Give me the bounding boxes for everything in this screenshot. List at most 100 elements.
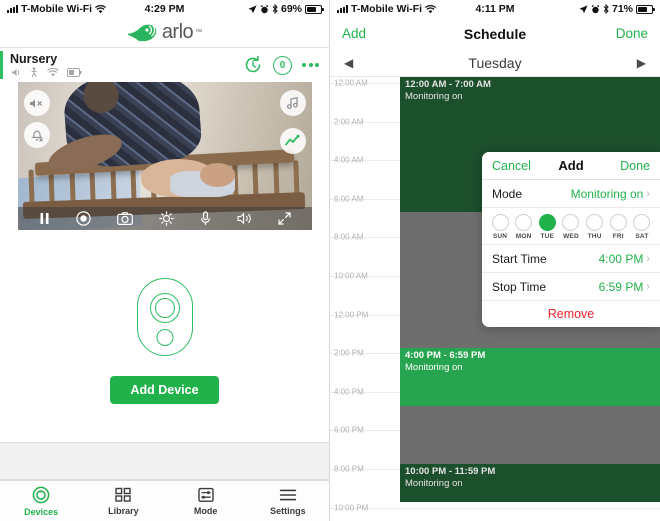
brightness-icon[interactable] [158, 211, 174, 226]
camera-live-view[interactable] [17, 82, 312, 230]
modal-header: Cancel Add Done [482, 152, 660, 180]
tab-devices-label: Devices [24, 506, 59, 517]
next-arrow-icon[interactable]: ▶ [637, 56, 646, 70]
stop-time-row[interactable]: Stop Time 6:59 PM › [482, 273, 660, 301]
day-label: THU [587, 233, 602, 240]
time-axis-label: 8:00 PM [334, 464, 364, 474]
arlo-trademark: ™ [195, 29, 203, 36]
day-label: WED [563, 233, 579, 240]
arlo-bird-icon [127, 22, 160, 43]
bottom-list-strip [0, 442, 329, 480]
camera-title-group: Nursery [10, 52, 82, 78]
volume-icon[interactable] [236, 212, 252, 225]
tab-bar: Devices Library Mode Settings [0, 480, 329, 521]
schedule-event[interactable]: 10:00 PM - 11:59 PM Monitoring on [400, 464, 660, 502]
day-toggle-mon[interactable]: MON [513, 214, 535, 240]
tab-library-label: Library [108, 505, 139, 516]
event-mode-label: Monitoring on [405, 362, 463, 373]
battery-icon [636, 4, 655, 14]
bluetooth-icon [272, 4, 278, 14]
camera-battery-icon [67, 68, 82, 77]
status-bar-right: T-Mobile Wi-Fi 4:11 PM 71% [330, 0, 660, 18]
stop-time-label: Stop Time [492, 279, 547, 294]
battery-icon [305, 4, 324, 14]
day-circle [633, 214, 651, 231]
schedule-navbar: Add Schedule Done [330, 18, 660, 49]
devices-circle-icon [32, 486, 50, 504]
camera-accent-bar [0, 51, 3, 79]
mode-value: Monitoring on [570, 186, 644, 201]
schedule-event[interactable]: 4:00 PM - 6:59 PM Monitoring on [400, 348, 660, 406]
day-label: SUN [492, 233, 508, 240]
empty-device-state: Add Device [0, 278, 329, 404]
status-right-right: 71% [579, 3, 655, 15]
day-toggle-sat[interactable]: SAT [631, 214, 653, 240]
remove-button[interactable]: Remove [482, 301, 660, 327]
day-label: TUE [540, 233, 555, 240]
record-icon[interactable] [75, 211, 91, 226]
tab-settings[interactable]: Settings [247, 487, 329, 516]
empty-time-slot[interactable] [400, 406, 660, 464]
start-time-row[interactable]: Start Time 4:00 PM › [482, 245, 660, 273]
add-device-button[interactable]: Add Device [110, 376, 219, 404]
day-toggle-tue[interactable]: TUE [536, 214, 558, 240]
day-selector: ◀ Tuesday ▶ [330, 49, 660, 77]
motion-detection-icon [29, 67, 39, 78]
time-axis-label: 12:00 AM [334, 78, 368, 88]
time-axis-label: 12:00 PM [334, 310, 369, 320]
location-arrow-icon [579, 4, 588, 14]
day-toggle-thu[interactable]: THU [584, 214, 606, 240]
day-toggle-wed[interactable]: WED [560, 214, 582, 240]
tab-library[interactable]: Library [82, 487, 164, 516]
start-time-label: Start Time [492, 251, 547, 266]
tab-mode-label: Mode [193, 505, 218, 516]
event-time-range: 12:00 AM - 7:00 AM [405, 79, 491, 90]
more-dots-icon[interactable] [302, 63, 319, 67]
history-rotate-icon[interactable] [243, 55, 263, 75]
page-title: Schedule [463, 25, 527, 42]
camera-header-row[interactable]: Nursery 0 [0, 48, 329, 82]
arlo-wordmark: arlo [161, 21, 194, 43]
schedule-grid[interactable]: 12:00 AM 2:00 AM 4:00 AM 6:00 AM 8:00 AM 10:0… [330, 77, 660, 521]
activity-chart-icon[interactable] [279, 128, 306, 154]
day-toggle-fri[interactable]: FRI [607, 214, 629, 240]
mode-label: Mode [492, 186, 523, 201]
prev-arrow-icon[interactable]: ◀ [344, 56, 353, 70]
camera-name: Nursery [10, 52, 58, 66]
fullscreen-icon[interactable] [277, 212, 291, 225]
time-axis-label: 4:00 AM [334, 155, 364, 165]
day-label: MON [515, 233, 532, 240]
devices-screen: T-Mobile Wi-Fi 4:29 PM 69% arlo ™ Nurser… [0, 0, 330, 521]
day-circle [515, 214, 533, 231]
modal-done-button[interactable]: Done [620, 159, 650, 173]
status-badge[interactable]: 0 [273, 55, 292, 75]
bell-mute-icon[interactable] [23, 122, 50, 148]
tab-mode[interactable]: Mode [165, 487, 247, 516]
time-axis-label: 2:00 PM [334, 348, 364, 358]
chevron-right-icon: › [646, 252, 650, 265]
time-axis-label: 10:00 AM [334, 271, 368, 281]
time-axis-label: 4:00 PM [334, 387, 364, 397]
event-mode-label: Monitoring on [405, 478, 463, 489]
alarm-clock-icon [260, 4, 269, 14]
pause-icon[interactable] [39, 212, 50, 225]
start-time-value-group: 4:00 PM › [599, 252, 650, 266]
time-axis-label: 6:00 AM [334, 194, 364, 204]
chevron-right-icon: › [646, 187, 650, 200]
done-button[interactable]: Done [616, 26, 648, 41]
speaker-mute-icon[interactable] [23, 90, 50, 116]
microphone-icon[interactable] [200, 211, 211, 226]
bluetooth-icon [603, 4, 609, 14]
day-toggle-sun[interactable]: SUN [489, 214, 511, 240]
audio-detection-icon [10, 67, 21, 78]
day-label: SAT [635, 233, 649, 240]
snapshot-icon[interactable] [116, 212, 133, 225]
chevron-right-icon: › [646, 280, 650, 293]
mode-row[interactable]: Mode Monitoring on › [482, 180, 660, 208]
tab-devices[interactable]: Devices [0, 486, 82, 517]
music-note-icon[interactable] [279, 90, 306, 116]
mode-sliders-icon [197, 487, 215, 503]
stop-time-value: 6:59 PM [598, 279, 644, 294]
status-bar-left: T-Mobile Wi-Fi 4:29 PM 69% [0, 0, 329, 18]
start-time-value: 4:00 PM [598, 251, 644, 266]
